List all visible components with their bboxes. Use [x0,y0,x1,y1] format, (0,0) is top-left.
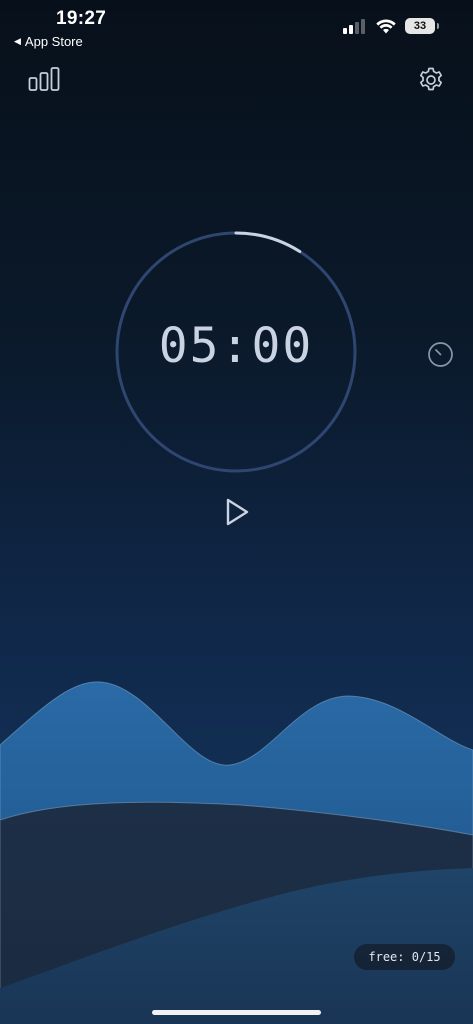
back-label: App Store [24,34,83,49]
back-to-app-store-link[interactable]: ◀ App Store [14,34,83,49]
cellular-signal-icon [343,18,365,34]
play-icon [226,498,249,526]
timer-screen: 19:27 ◀ App Store 33 05:00 free: 0/15 [0,0,473,1024]
timer-display: 05:00 [158,318,314,374]
home-indicator[interactable] [152,1010,321,1015]
play-button[interactable] [222,496,252,528]
wifi-icon [376,18,396,33]
battery-icon: 33 [405,18,439,34]
back-arrow-icon: ◀ [14,36,21,46]
free-sessions-badge: free: 0/15 [354,944,455,970]
stopwatch-icon[interactable] [427,341,454,368]
stats-bars-icon[interactable] [28,66,60,92]
gear-icon[interactable] [417,66,445,94]
status-time: 19:27 [56,8,107,29]
status-icons: 33 [343,18,439,34]
